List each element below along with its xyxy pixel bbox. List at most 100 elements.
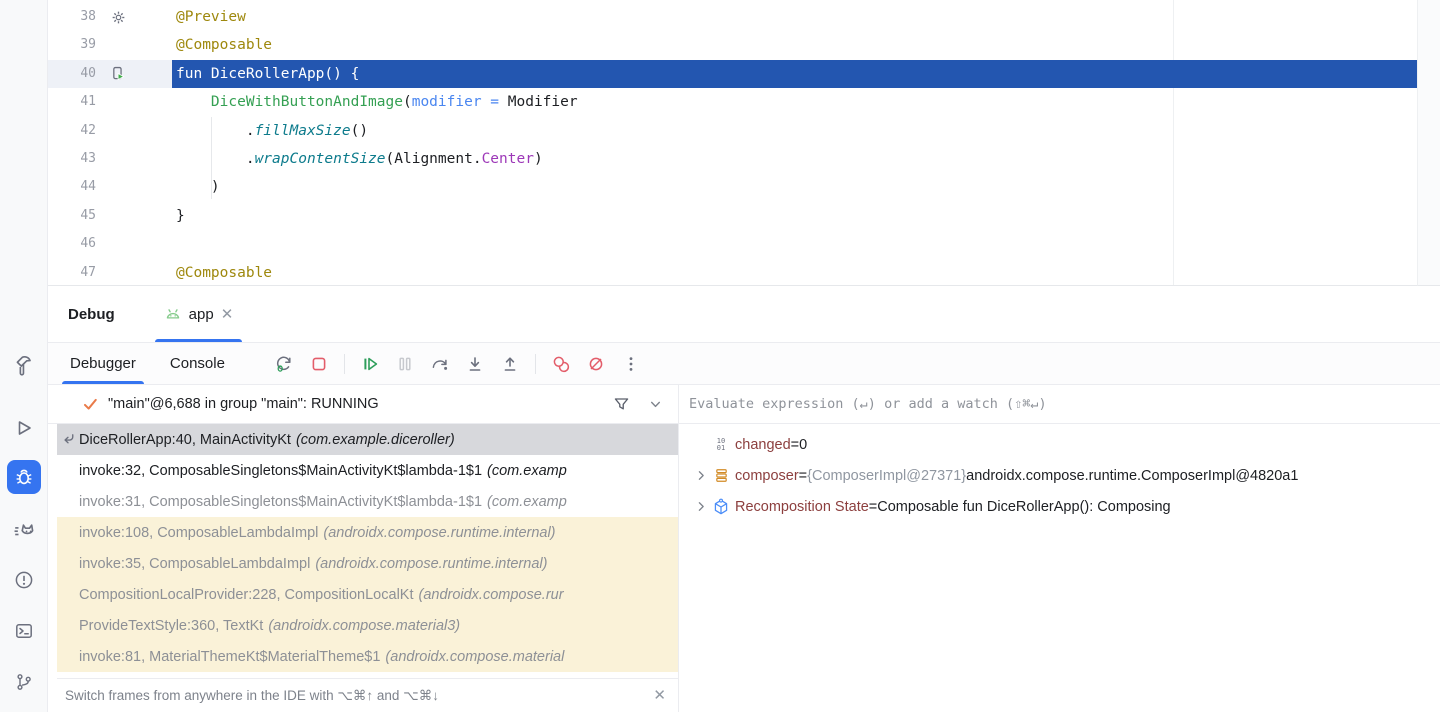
editor-line-46[interactable]: 46 bbox=[48, 230, 1417, 258]
primitive-bits-icon: 1001 bbox=[717, 438, 725, 452]
evaluate-expression-input[interactable]: Evaluate expression (↵) or add a watch (… bbox=[679, 385, 1440, 424]
variable-row[interactable]: composer = {ComposerImpl@27371} androidx… bbox=[679, 460, 1440, 491]
code-editor[interactable]: 38@Preview39@Composable40fun DiceRollerA… bbox=[48, 0, 1417, 286]
session-tab-app[interactable]: app ✕ bbox=[151, 287, 247, 342]
frame-location: invoke:81, MaterialThemeKt$MaterialTheme… bbox=[79, 649, 380, 665]
code-text[interactable]: .wrapContentSize(Alignment.Center) bbox=[172, 145, 1417, 173]
chevron-down-icon[interactable] bbox=[647, 396, 664, 413]
stack-frame-row[interactable]: ProvideTextStyle:360, TextKt(androidx.co… bbox=[57, 610, 678, 641]
variable-name: composer bbox=[735, 468, 799, 484]
code-token: ( bbox=[403, 94, 412, 110]
stack-frame-row[interactable]: invoke:108, ComposableLambdaImpl(android… bbox=[57, 517, 678, 548]
tab-debugger[interactable]: Debugger bbox=[68, 343, 138, 384]
filter-funnel-icon[interactable] bbox=[612, 395, 631, 414]
toolbar-view-breakpoints-icon[interactable] bbox=[548, 351, 574, 377]
stack-frame-row[interactable]: invoke:81, MaterialThemeKt$MaterialTheme… bbox=[57, 641, 678, 672]
gutter[interactable]: 39 bbox=[48, 31, 172, 59]
stop-icon bbox=[309, 354, 329, 374]
evaluate-placeholder: Evaluate expression (↵) or add a watch (… bbox=[689, 396, 1047, 412]
code-text[interactable]: @Preview bbox=[172, 3, 1417, 31]
toolbar-step-out-icon[interactable] bbox=[497, 351, 523, 377]
gutter[interactable]: 42 bbox=[48, 117, 172, 145]
stack-frame-row[interactable]: invoke:32, ComposableSingletons$MainActi… bbox=[57, 455, 678, 486]
frame-package: (com.examp bbox=[487, 494, 567, 510]
debug-window-header: Debug app ✕ bbox=[48, 287, 1440, 343]
editor-line-40[interactable]: 40fun DiceRollerApp() { bbox=[48, 60, 1417, 88]
stack-icon bbox=[711, 467, 731, 484]
code-text[interactable]: ) bbox=[172, 173, 1417, 201]
gutter[interactable]: 47 bbox=[48, 259, 172, 286]
gutter-icon-slot bbox=[96, 88, 140, 116]
stack-icon bbox=[713, 467, 730, 484]
gutter[interactable]: 46 bbox=[48, 230, 172, 258]
gutter-icon-slot bbox=[96, 145, 140, 173]
code-text[interactable]: DiceWithButtonAndImage(modifier = Modifi… bbox=[172, 88, 1417, 116]
editor-line-43[interactable]: 43 .wrapContentSize(Alignment.Center) bbox=[48, 145, 1417, 173]
gutter-icon-slot[interactable] bbox=[96, 60, 140, 88]
stack-frame-row[interactable]: invoke:31, ComposableSingletons$MainActi… bbox=[57, 486, 678, 517]
frames-list: DiceRollerApp:40, MainActivityKt(com.exa… bbox=[48, 424, 678, 678]
variable-row[interactable]: Recomposition State = Composable fun Dic… bbox=[679, 491, 1440, 522]
cube-icon bbox=[711, 498, 731, 516]
editor-line-47[interactable]: 47@Composable bbox=[48, 259, 1417, 286]
activity-button-run-play[interactable] bbox=[7, 411, 41, 445]
expand-chevron-icon[interactable] bbox=[691, 499, 711, 514]
editor-line-38[interactable]: 38@Preview bbox=[48, 3, 1417, 31]
gear-icon bbox=[111, 10, 126, 25]
variable-name: Recomposition State bbox=[735, 499, 869, 515]
activity-button-build-hammer[interactable] bbox=[7, 348, 41, 382]
toolbar-mute-breakpoints-icon[interactable] bbox=[583, 351, 609, 377]
activity-button-debug-bug[interactable] bbox=[7, 460, 41, 494]
debugger-tab-bar: Debugger Console bbox=[48, 343, 1440, 385]
toolbar-stop-icon[interactable] bbox=[306, 351, 332, 377]
gutter-icon-slot bbox=[96, 117, 140, 145]
editor-line-44[interactable]: 44 ) bbox=[48, 173, 1417, 201]
code-token bbox=[482, 94, 491, 110]
editor-lines: 38@Preview39@Composable40fun DiceRollerA… bbox=[48, 3, 1417, 286]
toolbar-more-kebab-icon[interactable] bbox=[618, 351, 644, 377]
editor-line-42[interactable]: 42 .fillMaxSize() bbox=[48, 117, 1417, 145]
stack-frame-row[interactable]: invoke:35, ComposableLambdaImpl(androidx… bbox=[57, 548, 678, 579]
activity-button-terminal[interactable] bbox=[7, 614, 41, 648]
toolbar-step-over-icon[interactable] bbox=[427, 351, 453, 377]
close-icon[interactable]: ✕ bbox=[653, 688, 666, 703]
gutter[interactable]: 43 bbox=[48, 145, 172, 173]
editor-scrollbar-track[interactable] bbox=[1417, 0, 1440, 286]
gutter[interactable]: 38 bbox=[48, 3, 172, 31]
selected-tab-underline bbox=[155, 339, 243, 342]
code-text[interactable]: } bbox=[172, 202, 1417, 230]
code-text[interactable]: .fillMaxSize() bbox=[172, 117, 1417, 145]
stack-frame-row[interactable]: CompositionLocalProvider:228, Compositio… bbox=[57, 579, 678, 610]
activity-bar bbox=[0, 0, 48, 712]
close-icon[interactable]: ✕ bbox=[221, 307, 234, 322]
gutter-icon-slot[interactable] bbox=[96, 3, 140, 31]
toolbar-pause-icon[interactable] bbox=[392, 351, 418, 377]
activity-button-version-control[interactable] bbox=[7, 665, 41, 699]
variable-row[interactable]: 1001changed = 0 bbox=[679, 429, 1440, 460]
stack-frame-row[interactable]: DiceRollerApp:40, MainActivityKt(com.exa… bbox=[57, 424, 678, 455]
frame-location: invoke:108, ComposableLambdaImpl bbox=[79, 525, 318, 541]
line-number: 39 bbox=[48, 31, 96, 59]
editor-line-39[interactable]: 39 @Composable bbox=[48, 31, 1417, 59]
expand-chevron-icon[interactable] bbox=[691, 468, 711, 483]
variables-pane: Evaluate expression (↵) or add a watch (… bbox=[679, 385, 1440, 712]
code-text[interactable]: fun DiceRollerApp() { bbox=[172, 60, 1417, 88]
gutter[interactable]: 44 bbox=[48, 173, 172, 201]
code-text[interactable]: @Composable bbox=[172, 31, 1417, 59]
equals-sign: = bbox=[799, 468, 807, 484]
toolbar-rerun-debug-icon[interactable] bbox=[271, 351, 297, 377]
code-text[interactable] bbox=[172, 230, 1417, 258]
gutter[interactable]: 40 bbox=[48, 60, 172, 88]
activity-button-problems[interactable] bbox=[7, 563, 41, 597]
editor-line-41[interactable]: 41 DiceWithButtonAndImage(modifier = Mod… bbox=[48, 88, 1417, 116]
gutter[interactable]: 45 bbox=[48, 202, 172, 230]
code-text[interactable]: @Composable bbox=[172, 259, 1417, 286]
gutter[interactable]: 41 bbox=[48, 88, 172, 116]
debugger-body: "main"@6,688 in group "main": RUNNING Di… bbox=[48, 385, 1440, 712]
tab-console[interactable]: Console bbox=[168, 343, 227, 384]
editor-line-45[interactable]: 45} bbox=[48, 202, 1417, 230]
activity-button-logcat-cat[interactable] bbox=[7, 512, 41, 546]
code-token bbox=[499, 94, 508, 110]
toolbar-resume-icon[interactable] bbox=[357, 351, 383, 377]
toolbar-step-into-icon[interactable] bbox=[462, 351, 488, 377]
